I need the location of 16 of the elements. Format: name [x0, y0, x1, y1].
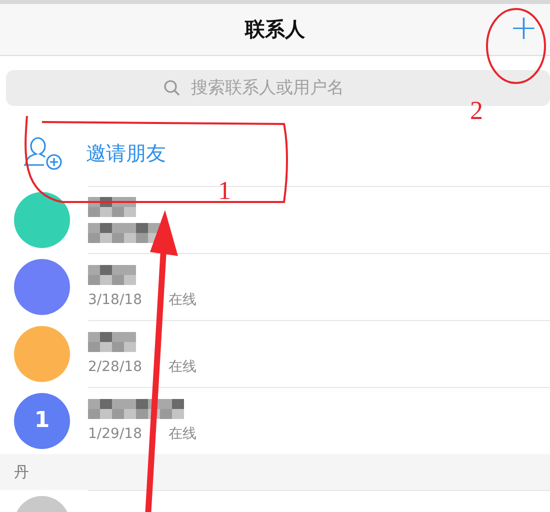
status-text: 2/28/18 在线 — [88, 358, 198, 376]
pixelated-name — [88, 197, 136, 217]
avatar: 1 — [14, 392, 70, 448]
status-text: 1/29/18 在线 — [88, 425, 198, 443]
pixelated-name — [88, 265, 136, 285]
pixelated-name — [88, 223, 160, 243]
section-letter: 丹 — [14, 462, 29, 482]
invite-friends-link[interactable]: 邀请朋友 — [86, 140, 166, 166]
pixelated-name — [88, 332, 136, 352]
annotation-number: 2 — [470, 96, 483, 126]
search-field[interactable]: 搜索联系人或用户名 — [189, 77, 393, 99]
annotation-number: 1 — [218, 176, 231, 206]
status-text: 3/18/18 在线 — [88, 291, 198, 309]
add-person-icon — [22, 135, 64, 171]
page-title: 联系人 — [245, 16, 305, 43]
search-icon — [163, 79, 181, 97]
